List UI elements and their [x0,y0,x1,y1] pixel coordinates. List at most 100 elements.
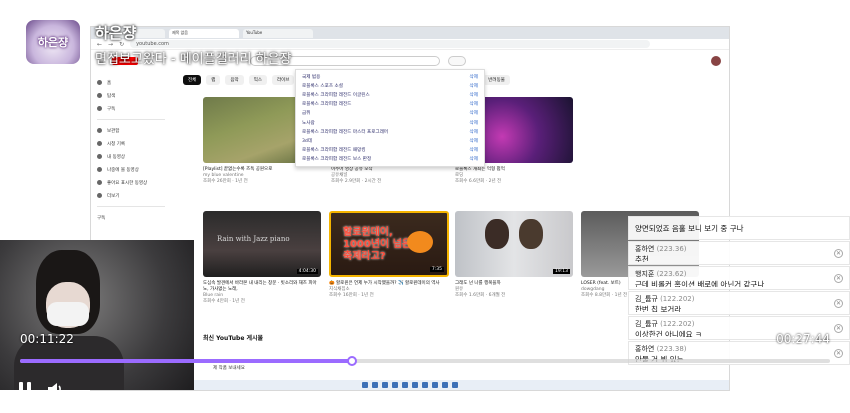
post-item[interactable]: 제 작품 보내세요 [213,365,245,371]
sidebar-item-label: 더보기 [107,193,120,199]
sidebar-item-label: 보관함 [107,128,120,134]
suggestion-remove[interactable]: 삭제 [470,120,478,126]
suggestion-row[interactable]: 로블록스 크라피합 레전드 마스터 프로그래머 삭제 [296,127,484,136]
sidebar-item-home[interactable]: 홈 [97,76,165,89]
sidebar-item-watch-later[interactable]: 나중에 볼 동영상 [97,163,165,176]
chat-text: 양면되었죠 음홀 보니 보기 중 구나 [635,223,744,233]
close-icon[interactable]: ✕ [834,324,843,333]
suggestion-remove[interactable]: 삭제 [470,92,478,98]
sidebar-item-label: 나중에 볼 동영상 [107,167,139,173]
sidebar-item-history[interactable]: 시청 기록 [97,137,165,150]
close-icon[interactable]: ✕ [834,274,843,283]
video-meta: 로블록스 개최는 먹형 펌먹 로딩 조회수 6.6만회 · 2년 전 [455,167,573,185]
video-stats: 조회수 6.6만회 · 2년 전 [455,179,502,184]
suggestion-text: 로블록스 크라피합 레전드 이글린스 [302,92,370,98]
sidebar-item-my-videos[interactable]: 내 동영상 [97,150,165,163]
chat-text: 근데 비롤커 홈이션 배로에 아닌거 같구나 [635,280,765,287]
thumbnail-line: 축제라고? [343,251,386,262]
close-icon[interactable]: ✕ [834,299,843,308]
chip[interactable]: 랩 [206,75,221,85]
sidebar-item-liked[interactable]: 좋아요 표시한 동영상 [97,176,165,189]
sidebar-item-library[interactable]: 보관함 [97,124,165,137]
sidebar-item-label: 탐색 [107,93,116,99]
sidebar-item-more[interactable]: 더보기 [97,189,165,202]
video-meta: [Playlist] 끝없는수록 즈독 공원으로 my blue valenti… [203,167,321,185]
suggestion-row[interactable]: 금쥐 삭제 [296,109,484,118]
history-icon [97,141,102,146]
chat-overlay: 양면되었죠 음홀 보니 보기 중 구나 홍하연 (223.36) 추천 ✕ 행지… [628,216,850,391]
video-meta: 그래도 넌 나를 행복을까 원유 조회수 1.6만회 · 6개월 전 [455,281,573,299]
subscriptions-icon [97,106,102,111]
chat-username: 김_튬규 [635,295,658,303]
suggestion-row[interactable]: 로블록스 크라피합 레전드 보스 판정 삭제 [296,155,484,164]
divider [97,206,165,207]
webcam-overlay [0,240,194,390]
suggestion-remove[interactable]: 삭제 [470,83,478,89]
compass-icon [97,93,102,98]
suggestion-text: 로블록스 크라피합 레전드 [302,102,352,108]
chat-message: 양면되었죠 음홀 보니 보기 중 구나 [628,216,850,240]
volume-icon[interactable] [44,378,66,400]
search-icon[interactable] [448,56,467,66]
suggestion-remove[interactable]: 삭제 [470,129,478,135]
chevron-down-icon [97,193,102,198]
home-icon [97,80,102,85]
suggestion-text: 로블록스 크라피합 레전드 보스 판정 [302,157,372,163]
suggestion-row[interactable]: 로블록스 스포츠 소셜 삭제 [296,81,484,90]
pause-icon[interactable] [14,378,36,400]
suggestion-remove[interactable]: 삭제 [470,101,478,107]
video-stats: 조회수 4만회 · 1년 전 [203,299,245,304]
suggestion-row[interactable]: 3d데 삭제 [296,136,484,145]
pumpkin-icon [407,231,433,253]
chip[interactable]: 전체 [183,75,202,85]
browser-tab[interactable]: YouTube [243,28,313,38]
thumbnail-line: 1000년이 넘은 [343,239,412,250]
progress-bar[interactable] [20,356,830,366]
current-time: 00:11:22 [20,332,74,346]
video-stats: 조회수 26만회 · 1년 전 [203,179,248,184]
suggestion-text: 로블록스 스포츠 소셜 [302,83,343,89]
chip[interactable]: 반려동물 [483,75,510,85]
picture-in-picture-icon[interactable] [784,378,806,400]
close-icon[interactable]: ✕ [834,249,843,258]
stream-player: YouTube 제목 없음 YouTube ← → ↻ youtube.com … [0,0,850,413]
video-thumbnail[interactable]: 19:13 [455,211,573,277]
video-thumbnail[interactable]: Rain with Jazz piano 4:04:30 [203,211,321,277]
video-stats: 조회수 2.9만회 · 2시간 전 [331,179,382,184]
suggestion-row[interactable]: 로블록스 크라피합 레전드 이글린스 삭제 [296,90,484,99]
chat-username: 홍하연 [635,345,655,353]
gear-icon[interactable] [754,378,776,400]
chat-message: 김_튬규 (122.202) 한번 칩 보거라 ✕ [628,291,850,315]
video-thumbnail[interactable]: 할로윈데이, 1000년이 넘은 축제라고? 7:35 [329,211,449,277]
suggestion-remove[interactable]: 삭제 [470,74,478,80]
video-title[interactable]: 도심속 발견에서 바라본 내 내리는 창문 · 빗소리와 재즈 피아노, 가사없… [203,281,321,293]
sidebar-item-label: 시청 기록 [107,141,125,147]
suggestion-remove[interactable]: 삭제 [470,156,478,162]
sidebar-item-subscriptions[interactable]: 구독 [97,102,165,115]
close-icon[interactable]: ✕ [834,349,843,358]
suggestion-remove[interactable]: 삭제 [470,147,478,153]
chip[interactable]: 믹스 [248,75,267,85]
chat-text: 한번 칩 보거라 [635,305,682,312]
suggestion-text: 로블록스 크라피합 레전드 패망킹 [302,148,366,154]
suggestion-row[interactable]: 로블록스 크라피합 레전드 패망킹 삭제 [296,146,484,155]
browser-tab[interactable]: 제목 없음 [169,28,239,38]
sidebar-item-explore[interactable]: 탐색 [97,89,165,102]
chip[interactable]: 라이브 [271,75,295,85]
suggestion-row[interactable]: 국제 범용 삭제 [296,72,484,81]
channel-name: 하은쟝 [95,24,137,42]
section-title: 최신 YouTube 게시물 [203,335,264,342]
suggestion-remove[interactable]: 삭제 [470,110,478,116]
account-avatar[interactable] [711,56,721,66]
suggestion-row[interactable]: 노사람 삭제 [296,118,484,127]
chip[interactable]: 음악 [225,75,244,85]
suggestion-row[interactable]: 로블록스 크라피합 레전드 삭제 [296,100,484,109]
exit-fullscreen-icon[interactable] [814,378,836,400]
address-bar[interactable]: youtube.com [130,40,651,48]
person-silhouette [519,219,543,249]
suggestion-remove[interactable]: 삭제 [470,138,478,144]
video-meta: 이주어 영상 공유 모작 공유채널 조회수 2.9만회 · 2시간 전 [331,167,449,185]
divider [97,119,165,120]
chat-author: 김_튬규 (122.202) [635,294,843,304]
total-time: 00:27:44 [776,332,830,346]
